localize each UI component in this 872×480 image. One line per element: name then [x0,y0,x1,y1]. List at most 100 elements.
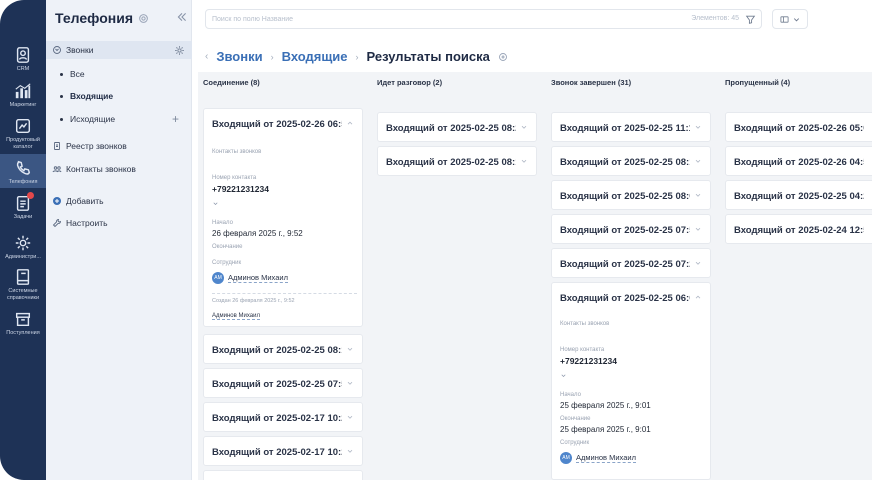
view-switch-button[interactable] [772,9,808,29]
rail-item-admin[interactable]: Администри... [0,234,46,261]
card-title: Входящий от 2025-02-17 10:2... [212,446,342,458]
card-title: Входящий от 2025-02-25 08:2... [386,122,516,134]
created-by[interactable]: Админов Михаил [212,313,260,320]
info-icon[interactable] [498,52,508,62]
rail-label: Поступления [6,330,40,336]
collapse-sidebar-icon[interactable] [176,11,188,23]
call-card[interactable]: Входящий от 2025-02-17 10:2... [203,402,363,432]
card-title: Входящий от 2025-02-25 08:1... [386,156,516,168]
chevron-up-icon[interactable] [346,119,354,127]
inbox-icon [15,312,31,327]
card-title: Входящий от 2025-02-25 08:0... [560,190,690,202]
rail-item-directories[interactable]: Системные справочники [0,268,46,301]
add-outgoing-button[interactable]: + [172,112,179,126]
nav-item-outgoing[interactable]: Исходящие [60,114,115,124]
call-card[interactable]: Входящий от 2025-02-24 12:5... [725,214,872,244]
employee-label: Сотрудник [212,260,242,266]
call-card[interactable]: Входящий от 2025-02-25 07:5... [203,368,363,398]
employee[interactable]: AM Админов Михаил [212,269,357,287]
call-card[interactable]: Входящий от 2025-02-25 08:2... [377,112,537,142]
gear-icon[interactable] [174,45,185,56]
call-card[interactable]: Входящий от 2025-02-25 08:1... [551,146,711,176]
rail-item-telephony[interactable]: Телефония [0,154,46,188]
sidebar-header: Телефония [55,10,149,26]
card-title: Входящий от 2025-02-25 11:1... [560,122,690,134]
call-card[interactable]: Входящий от 2025-02-26 04:5... [725,146,872,176]
chevron-down-icon[interactable] [694,123,702,131]
card-title: Входящий от 2025-02-24 12:5... [734,224,864,236]
nav-item-calls[interactable]: Звонки [52,45,93,55]
number-label: Номер контакта [560,347,605,353]
rail-label: Маркетинг [9,102,37,108]
rail-label: Системные справочники [6,288,40,301]
call-card[interactable]: Входящий от 2025-02-25 04:2... [725,180,872,210]
call-card[interactable]: Входящий от 2025-02-25 07:2... [551,248,711,278]
nav-item-contacts[interactable]: Контакты звонков [52,164,136,174]
employee-name: Админов Михаил [228,273,288,284]
search-bar: Элементов: 45 [205,9,762,29]
configure-button[interactable]: Настроить [52,218,108,228]
call-card[interactable] [203,470,363,480]
start-label: Начало [560,392,581,398]
chevron-down-icon[interactable] [212,200,219,207]
chevron-down-icon[interactable] [346,345,354,353]
chevron-down-icon[interactable] [346,379,354,387]
rail-label: Телефония [8,179,38,185]
rail-item-receipts[interactable]: Поступления [0,310,46,337]
breadcrumb-calls[interactable]: Звонки [216,49,262,64]
rail-item-tasks[interactable]: Задачи [0,192,46,221]
nav-item-incoming[interactable]: Входящие [60,91,113,101]
call-card[interactable]: Входящий от 2025-02-25 07:5... [551,214,711,244]
card-details: Контакты звонков Номер контакта +7922123… [212,139,357,322]
chevron-down-icon[interactable] [520,123,528,131]
chevron-down-icon[interactable] [694,157,702,165]
call-card[interactable]: Входящий от 2025-02-25 06:0... Контакты … [551,282,711,480]
breadcrumb: ‹ Звонки › Входящие › Результаты поиска [205,49,508,64]
call-card[interactable]: Входящий от 2025-02-25 08:1... [203,334,363,364]
card-title: Входящий от 2025-02-25 07:2... [560,258,690,270]
items-count: Элементов: 45 [691,15,739,22]
chevron-down-icon[interactable] [694,191,702,199]
rail-item-marketing[interactable]: Маркетинг [0,82,46,109]
call-card[interactable]: Входящий от 2025-02-26 05:0... [725,112,872,142]
column-title: Звонок завершен (31) [551,78,632,87]
search-input[interactable] [212,13,632,26]
rail-label: CRM [16,66,30,72]
rail-label: Администри... [5,254,41,260]
contact-number: +79221231234 [560,356,617,366]
chevron-down-icon[interactable] [694,259,702,267]
call-card[interactable]: Входящий от 2025-02-25 08:0... [551,180,711,210]
avatar: AM [560,451,572,464]
book-icon [16,269,30,285]
chevron-down-icon[interactable] [560,372,567,379]
add-button[interactable]: Добавить [52,196,104,206]
calls-icon [53,46,61,54]
card-title: Входящий от 2025-02-26 06:5... [212,118,342,130]
employee[interactable]: AM Админов Михаил [560,449,705,467]
chevron-down-icon[interactable] [694,225,702,233]
catalog-icon [15,118,31,134]
document-icon [54,142,60,150]
call-card[interactable]: Входящий от 2025-02-25 11:1... [551,112,711,142]
wrench-icon [52,219,61,228]
call-card[interactable]: Входящий от 2025-02-25 08:1... [377,146,537,176]
call-card[interactable]: Входящий от 2025-02-26 06:5... Контакты … [203,108,363,327]
card-title: Входящий от 2025-02-25 06:0... [560,292,690,304]
chevron-down-icon[interactable] [520,157,528,165]
employee-name: Админов Михаил [576,453,636,464]
breadcrumb-incoming[interactable]: Входящие [282,49,348,64]
gear-icon[interactable] [138,13,149,24]
filter-icon[interactable] [745,14,756,25]
breadcrumb-separator-icon: › [355,51,359,62]
chevron-up-icon[interactable] [694,293,702,301]
nav-item-all[interactable]: Все [60,69,85,79]
rail-item-crm[interactable]: CRM [0,46,46,73]
nav-item-registry[interactable]: Реестр звонков [52,141,127,151]
back-chevron-icon[interactable]: ‹ [205,51,208,62]
nav-registry-label: Реестр звонков [66,141,127,151]
rail-item-catalog[interactable]: Продуктовый каталог [0,117,46,150]
chevron-down-icon[interactable] [346,447,354,455]
call-card[interactable]: Входящий от 2025-02-17 10:2... [203,436,363,466]
column-title: Пропущенный (4) [725,78,791,87]
chevron-down-icon[interactable] [346,413,354,421]
